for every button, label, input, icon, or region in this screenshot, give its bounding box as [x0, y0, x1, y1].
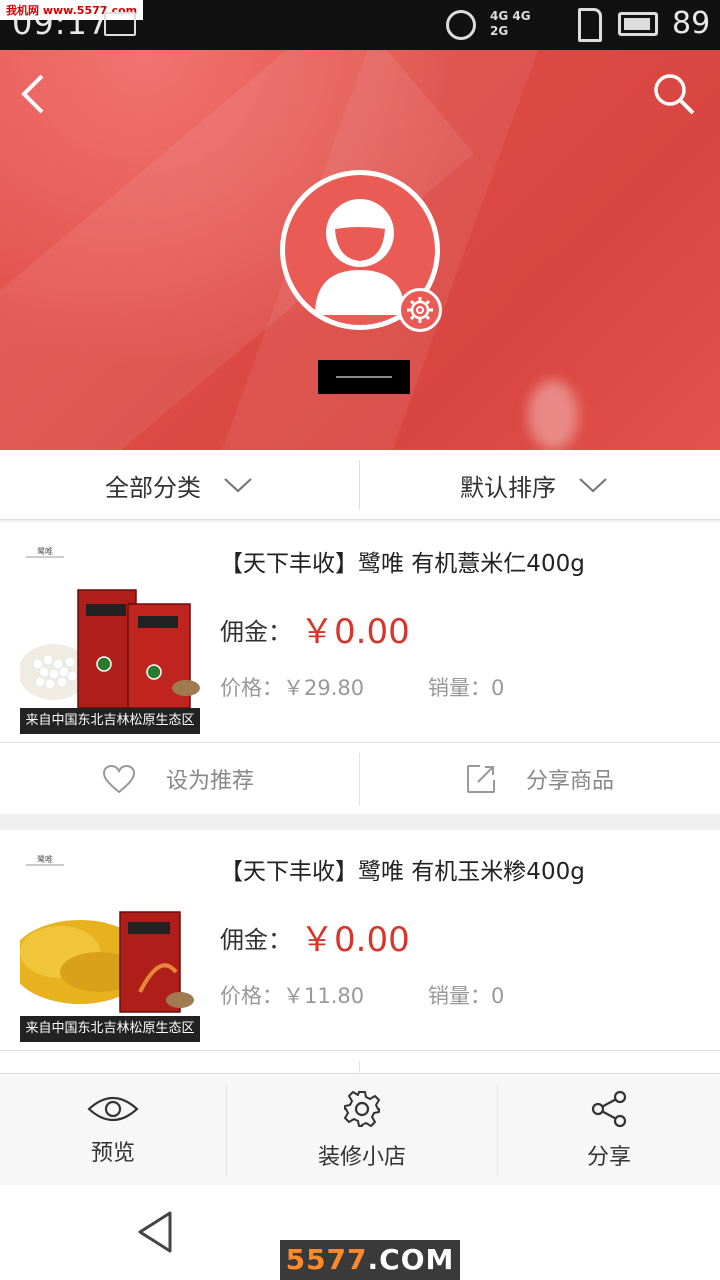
gear-icon [407, 297, 433, 323]
product-photo [20, 589, 200, 708]
commission-value: ￥0.00 [300, 612, 410, 652]
product-price: 价格：￥29.80 [220, 676, 365, 700]
eye-icon [87, 1096, 139, 1122]
filter-bar: 全部分类 默认排序 [0, 450, 720, 520]
heart-icon [102, 764, 136, 794]
sim-icon [578, 8, 602, 42]
chevron-down-icon [224, 478, 252, 493]
product-actions: 设为推荐 分享商品 [0, 742, 720, 814]
product-title[interactable]: 【天下丰收】鹭唯 有机玉米糁400g [220, 852, 585, 886]
tab-preview[interactable]: 预览 [0, 1074, 226, 1186]
product-caption: 来自中国东北吉林松原生态区 [20, 708, 200, 734]
battery-level: 89 [672, 6, 711, 41]
shop-header [0, 50, 720, 450]
brand-logo-icon: 鹭唯 [26, 546, 64, 558]
commission-label: 佣金： [220, 618, 292, 646]
bottom-tab-bar: 预览 装修小店 分享 [0, 1073, 720, 1185]
gear-icon [344, 1091, 380, 1127]
tab-share-label: 分享 [586, 1145, 631, 1170]
share-product-button[interactable]: 分享商品 [466, 743, 614, 815]
watermark-logo-part2: .COM [367, 1243, 455, 1276]
avatar-settings-button[interactable] [398, 288, 442, 332]
category-filter-dropdown[interactable]: 全部分类 [105, 450, 253, 520]
set-recommend-label: 设为推荐 [166, 769, 255, 794]
product-image[interactable]: 鹭唯 来自中国东北吉林松原生态区 [20, 544, 200, 734]
product-card[interactable]: 鹭唯 来自中国东北吉林松原生态区 【天下丰收】鹭唯 有机薏米仁400g 佣金： … [0, 522, 720, 814]
chevron-left-icon [21, 74, 44, 114]
alarm-icon [446, 10, 476, 40]
product-actions [0, 1050, 720, 1073]
product-image[interactable]: 鹭唯 来自中国东北吉林松原生态区 [20, 852, 200, 1042]
tab-decorate-shop[interactable]: 装修小店 [227, 1074, 497, 1186]
system-back-button[interactable] [132, 1209, 178, 1255]
svg-text:鹭唯: 鹭唯 [37, 854, 53, 864]
share-product-label: 分享商品 [526, 769, 615, 794]
product-photo [20, 911, 194, 1013]
product-price: 价格：￥11.80 [220, 984, 365, 1008]
battery-icon [618, 12, 658, 36]
shop-name-redacted [318, 360, 410, 394]
product-caption: 来自中国东北吉林松原生态区 [20, 1016, 200, 1042]
watermark-logo-part1: 5577 [285, 1243, 368, 1276]
brand-logo-icon: 鹭唯 [26, 854, 64, 866]
commission-value: ￥0.00 [300, 920, 410, 960]
sort-filter-label: 默认排序 [460, 473, 556, 502]
image-notification-icon [104, 12, 136, 36]
search-button[interactable] [652, 72, 696, 116]
chevron-down-icon [579, 478, 607, 493]
share-icon [591, 1090, 627, 1128]
product-title[interactable]: 【天下丰收】鹭唯 有机薏米仁400g [220, 544, 585, 578]
product-sales: 销量：0 [428, 676, 505, 700]
triangle-back-icon [138, 1211, 172, 1253]
product-sales: 销量：0 [428, 984, 505, 1008]
commission-label: 佣金： [220, 926, 292, 954]
sort-filter-dropdown[interactable]: 默认排序 [460, 450, 608, 520]
network-bottom-label: 2G [490, 24, 509, 38]
search-icon [654, 74, 695, 115]
share-external-icon [467, 765, 495, 793]
status-bar: 09:17 我机网 www.5577.com 4G 4G 2G 89 [0, 0, 720, 50]
tab-preview-label: 预览 [90, 1141, 135, 1166]
network-indicator: 4G 4G 2G [490, 9, 531, 39]
network-top-label: 4G 4G [490, 9, 531, 23]
tab-decorate-label: 装修小店 [317, 1145, 406, 1170]
svg-text:鹭唯: 鹭唯 [37, 546, 53, 556]
set-recommend-button[interactable]: 设为推荐 [102, 743, 254, 815]
category-filter-label: 全部分类 [105, 473, 201, 502]
site-watermark-logo: 5577.COM [280, 1240, 460, 1280]
back-button[interactable] [14, 72, 54, 116]
tab-share[interactable]: 分享 [498, 1074, 720, 1186]
product-card[interactable]: 鹭唯 来自中国东北吉林松原生态区 【天下丰收】鹭唯 有机玉米糁400g 佣金： … [0, 830, 720, 1073]
